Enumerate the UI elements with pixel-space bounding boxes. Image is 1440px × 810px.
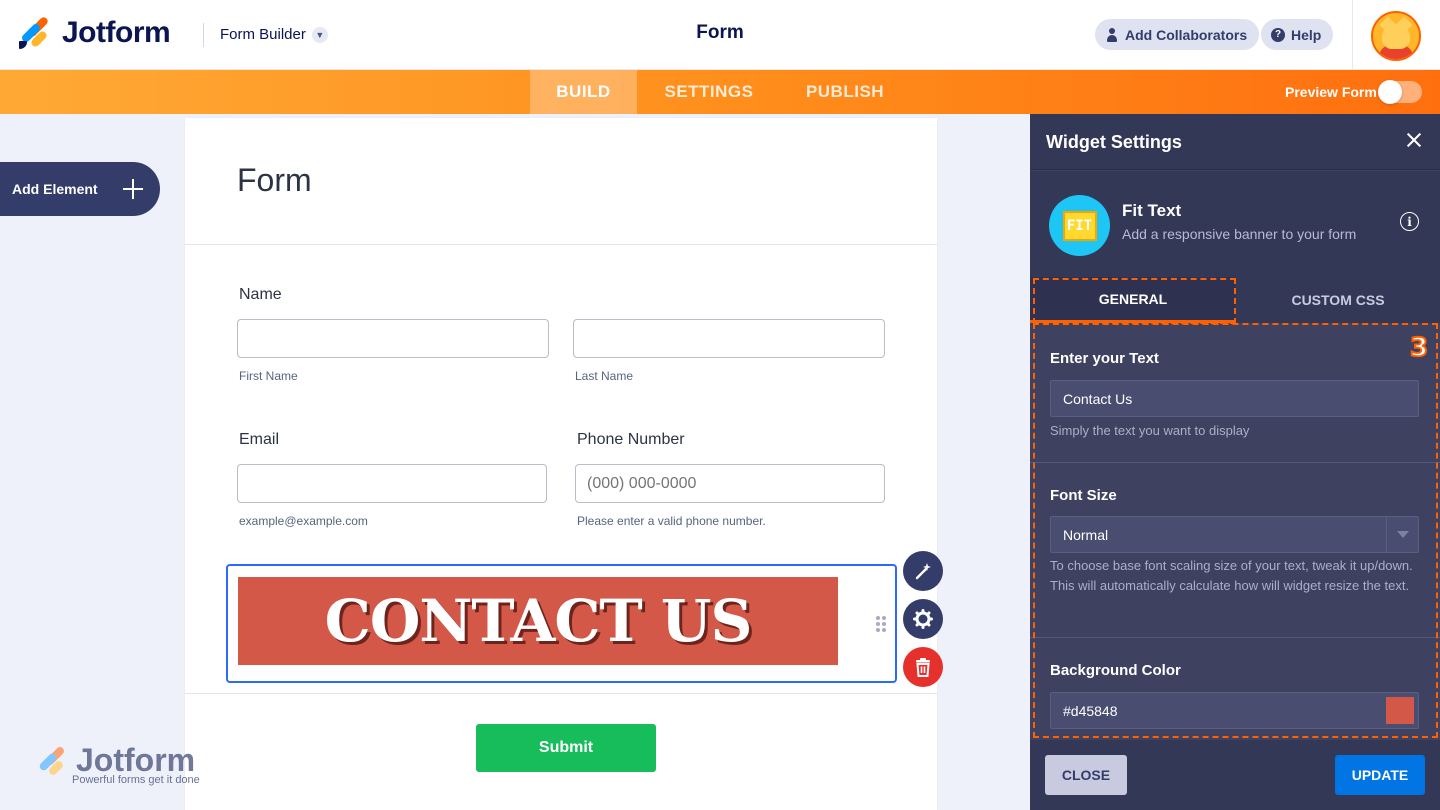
panel-title: Widget Settings xyxy=(1046,132,1182,152)
question-icon: ? xyxy=(1271,27,1285,42)
fit-text-widget[interactable]: CONTACT US xyxy=(226,564,897,683)
last-name-sublabel: Last Name xyxy=(575,369,634,383)
update-button[interactable]: UPDATE xyxy=(1335,755,1425,795)
contact-us-banner: CONTACT US xyxy=(238,577,838,665)
phone-label: Phone Number xyxy=(577,431,685,448)
email-input[interactable] xyxy=(237,464,547,503)
panel-header: Widget Settings xyxy=(1030,114,1440,170)
jotform-logo-icon xyxy=(18,15,50,49)
drag-handle-icon[interactable] xyxy=(876,616,886,632)
last-name-input[interactable] xyxy=(573,319,885,358)
tab-settings[interactable]: SETTINGS xyxy=(643,70,775,114)
heading-divider xyxy=(185,244,937,245)
form-builder-label: Form Builder xyxy=(220,26,306,43)
first-name-sublabel: First Name xyxy=(239,369,298,383)
jotform-watermark-icon xyxy=(38,745,68,778)
user-avatar[interactable] xyxy=(1371,11,1421,61)
add-collaborators-label: Add Collaborators xyxy=(1125,26,1248,43)
highlight-general-tab xyxy=(1033,278,1236,324)
banner-text: CONTACT US xyxy=(324,587,753,655)
widget-info: FIT Fit Text Add a responsive banner to … xyxy=(1030,171,1440,277)
user-icon xyxy=(1105,27,1119,42)
add-element-button[interactable]: Add Element xyxy=(0,162,160,216)
jotform-logo[interactable]: Jotform xyxy=(18,15,171,50)
trash-icon[interactable] xyxy=(903,647,943,687)
step-number: 3 xyxy=(1409,332,1429,364)
widget-description: Add a responsive banner to your form xyxy=(1122,226,1357,242)
submit-button[interactable]: Submit xyxy=(476,724,656,772)
close-icon[interactable] xyxy=(1405,131,1423,149)
preview-form-toggle[interactable] xyxy=(1378,80,1422,104)
email-sublabel: example@example.com xyxy=(239,514,368,528)
header-divider xyxy=(203,23,204,47)
wand-icon[interactable] xyxy=(903,551,943,591)
form-builder-dropdown[interactable]: Form Builder ▼ xyxy=(220,26,328,43)
header-divider-right xyxy=(1352,0,1353,70)
phone-input[interactable] xyxy=(575,464,885,503)
submit-divider xyxy=(185,693,937,694)
panel-footer: CLOSE UPDATE xyxy=(1030,740,1440,810)
form-canvas: Form Name First Name Last Name Email exa… xyxy=(185,118,937,810)
fit-text-icon: FIT xyxy=(1049,195,1110,256)
close-button[interactable]: CLOSE xyxy=(1045,755,1127,795)
chevron-down-icon: ▼ xyxy=(311,26,328,43)
info-icon[interactable]: i xyxy=(1400,212,1419,231)
watermark-tagline: Powerful forms get it done xyxy=(72,774,200,786)
builder-nav: BUILD SETTINGS PUBLISH Preview Form xyxy=(0,70,1440,114)
email-label: Email xyxy=(239,431,280,448)
highlight-settings-area xyxy=(1033,323,1438,738)
add-element-label: Add Element xyxy=(12,181,98,197)
tab-custom-css[interactable]: CUSTOM CSS xyxy=(1236,277,1440,323)
tab-build[interactable]: BUILD xyxy=(530,70,637,114)
phone-sublabel: Please enter a valid phone number. xyxy=(577,514,766,528)
widget-name: Fit Text xyxy=(1122,201,1182,220)
form-heading[interactable]: Form xyxy=(237,162,312,199)
name-label: Name xyxy=(239,286,282,303)
add-collaborators-button[interactable]: Add Collaborators xyxy=(1095,19,1260,50)
first-name-input[interactable] xyxy=(237,319,549,358)
logo-text: Jotform xyxy=(62,16,171,49)
plus-icon xyxy=(123,179,143,199)
top-header: Jotform Form Builder ▼ Form Add Collabor… xyxy=(0,0,1440,70)
help-button[interactable]: ? Help xyxy=(1261,19,1334,50)
gear-icon[interactable] xyxy=(903,599,943,639)
help-label: Help xyxy=(1291,26,1322,43)
preview-form-label: Preview Form xyxy=(1285,84,1377,100)
tab-publish[interactable]: PUBLISH xyxy=(790,70,900,114)
